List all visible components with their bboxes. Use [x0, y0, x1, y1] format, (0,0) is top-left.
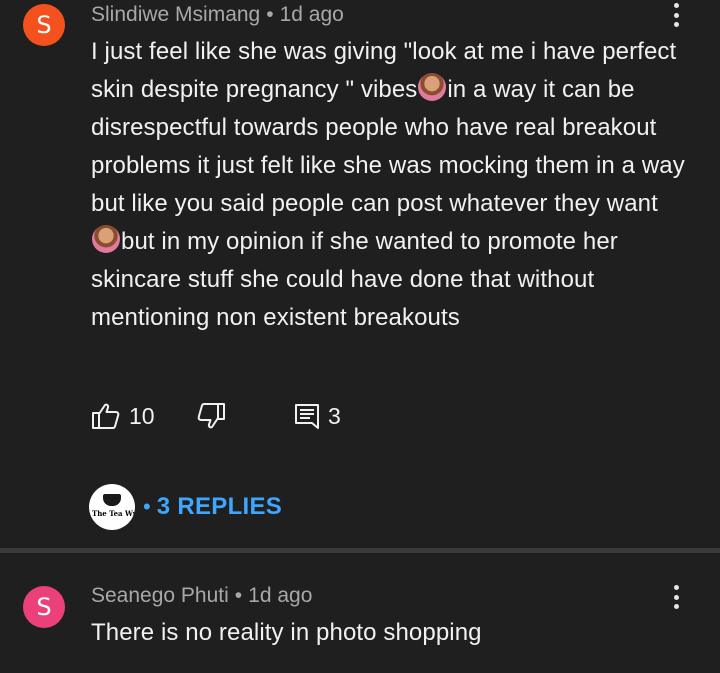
meta-separator: • — [234, 584, 243, 607]
comment-thread: S Seanego Phuti • 1d ago There is no reali… — [0, 553, 720, 673]
comment-text: There is no reality in photo shopping — [91, 619, 482, 646]
comment-text-part: but in my opinion if she wanted to promo… — [91, 228, 618, 331]
replies-dot: • — [143, 494, 151, 519]
thumbs-down-icon — [197, 403, 225, 429]
comment-timestamp: 1d ago — [248, 584, 313, 607]
comment-actions: 10 3 — [91, 398, 391, 434]
dislike-button[interactable] — [196, 398, 226, 434]
creator-avatar-logo-text: The Tea Wrap — [92, 509, 135, 518]
like-button[interactable]: 10 — [91, 398, 155, 434]
more-options-icon[interactable] — [664, 3, 688, 27]
comment-reply-icon — [295, 404, 319, 429]
person-shrugging-emoji — [418, 73, 447, 101]
more-options-icon[interactable] — [664, 585, 688, 609]
creator-avatar: The Tea Wrap — [89, 484, 135, 530]
view-replies-button[interactable]: The Tea Wrap • 3 REPLIES — [89, 484, 282, 530]
author-name[interactable]: Slindiwe Msimang — [91, 3, 260, 26]
comment-meta: Slindiwe Msimang • 1d ago — [91, 1, 344, 29]
like-count: 10 — [129, 402, 155, 429]
author-name[interactable]: Seanego Phuti — [91, 584, 229, 607]
reply-count: 3 — [328, 402, 341, 429]
avatar[interactable]: S — [23, 586, 65, 628]
comment-timestamp: 1d ago — [279, 3, 344, 26]
meta-separator: • — [266, 3, 274, 26]
thumbs-up-icon — [92, 403, 120, 429]
person-shrugging-emoji — [92, 225, 120, 253]
comment-meta: Seanego Phuti • 1d ago — [91, 582, 312, 610]
replies-label[interactable]: 3 REPLIES — [157, 493, 282, 521]
comment-thread: S Slindiwe Msimang • 1d ago I just feel li… — [0, 0, 720, 548]
reply-button[interactable]: 3 — [294, 398, 341, 434]
avatar[interactable]: S — [23, 4, 65, 46]
tea-cup-icon — [103, 494, 121, 506]
comment-text: I just feel like she was giving "look at… — [91, 33, 691, 337]
